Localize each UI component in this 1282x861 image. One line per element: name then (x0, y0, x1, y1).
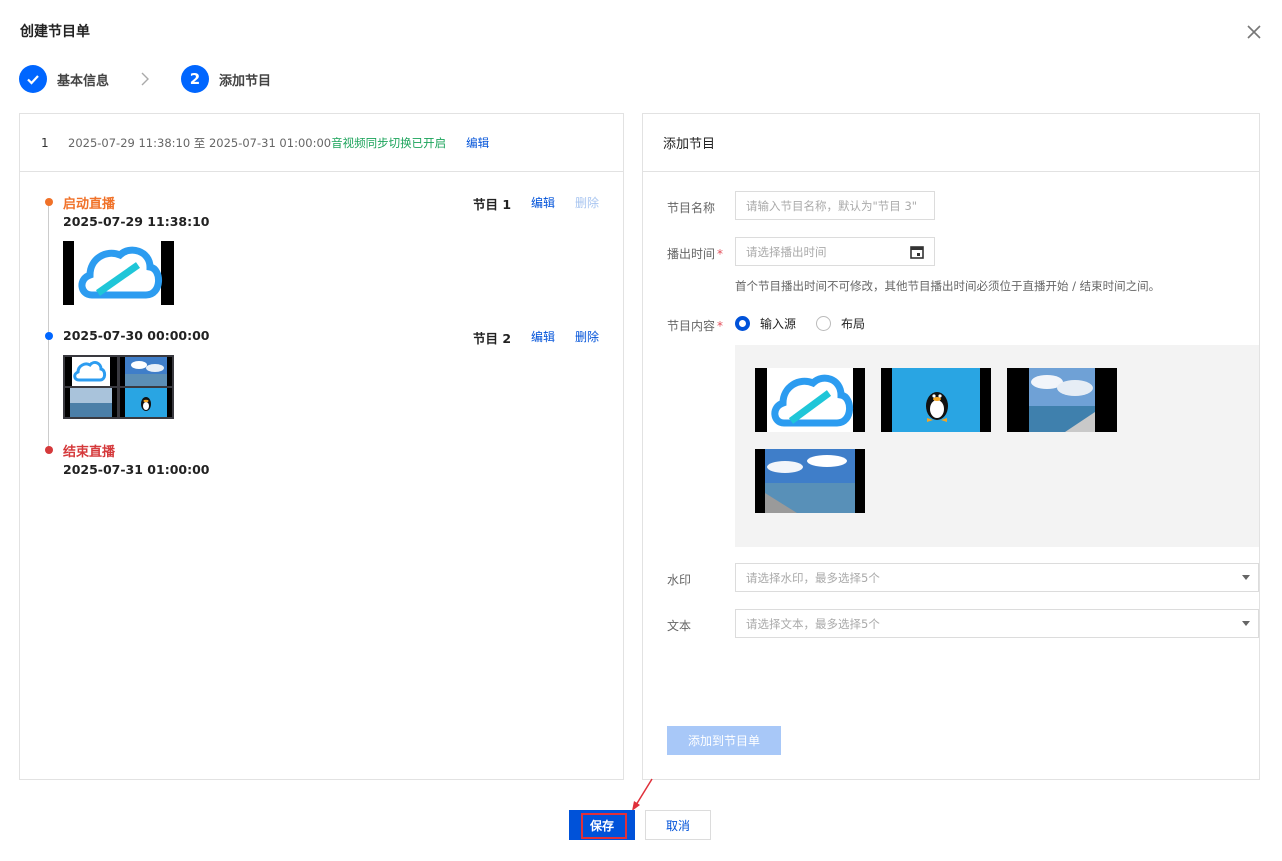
broadcast-time-picker[interactable]: 请选择播出时间 (735, 237, 935, 266)
required-mark: * (717, 319, 724, 333)
cancel-button[interactable]: 取消 (645, 810, 711, 840)
radio-input-source[interactable]: 输入源 (735, 315, 796, 332)
step-done-icon (19, 65, 47, 93)
timeline-dot-end (44, 446, 53, 454)
dialog-title: 创建节目单 (20, 24, 90, 40)
program-1-thumbnail (63, 241, 174, 305)
text-label: 文本 (667, 619, 692, 633)
timeline-line (48, 202, 49, 450)
close-icon[interactable] (1244, 22, 1264, 42)
program-content-label: 节目内容 * (667, 317, 723, 334)
program-content-label-text: 节目内容 (667, 319, 716, 333)
source-thumb-boardwalk[interactable] (755, 449, 865, 513)
schedule-edit-link[interactable]: 编辑 (466, 135, 489, 151)
add-to-schedule-button[interactable]: 添加到节目单 (667, 726, 781, 755)
timeline-dot-start (44, 198, 53, 206)
step-1-label: 基本信息 (57, 73, 110, 89)
step-2-label: 添加节目 (219, 73, 272, 89)
add-program-panel: 添加节目 节目名称 请输入节目名称，默认为"节目 3" 播出时间 * 请选择播出时… (642, 113, 1260, 780)
input-source-gallery (735, 345, 1259, 547)
required-mark: * (717, 247, 724, 261)
radio-checked-icon (735, 316, 750, 331)
program-1-delete-link: 删除 (575, 196, 600, 210)
program-name-label: 节目名称 (667, 201, 716, 215)
source-thumb-seaside-pier[interactable] (1007, 368, 1117, 432)
calendar-icon (910, 246, 924, 259)
broadcast-time-hint: 首个节目播出时间不可修改，其他节目播出时间必须位于直播开始 / 结束时间之间。 (735, 279, 1161, 293)
schedule-range: 2025-07-29 11:38:10 至 2025-07-31 01:00:0… (68, 135, 332, 150)
broadcast-time-label-text: 播出时间 (667, 247, 716, 261)
watermark-select[interactable]: 请选择水印，最多选择5个 (735, 563, 1259, 592)
save-button[interactable]: 保存 (569, 810, 635, 840)
start-time: 2025-07-29 11:38:10 (63, 214, 210, 229)
chevron-right-icon (141, 72, 150, 86)
program-2-time: 2025-07-30 00:00:00 (63, 328, 210, 343)
radio-layout-label: 布局 (841, 317, 866, 331)
program-name-input[interactable]: 请输入节目名称，默认为"节目 3" (735, 191, 935, 220)
annotation-arrow-icon (632, 778, 653, 811)
watermark-placeholder: 请选择水印，最多选择5个 (746, 570, 880, 585)
add-program-header: 添加节目 (643, 114, 1259, 172)
end-live-label: 结束直播 (63, 445, 116, 460)
program-1-label: 节目 1 (473, 197, 512, 212)
sync-status: 音视频同步切换已开启 (331, 135, 447, 150)
text-placeholder: 请选择文本，最多选择5个 (746, 616, 880, 631)
start-live-label: 启动直播 (63, 197, 116, 212)
program-2-label: 节目 2 (473, 331, 512, 346)
source-thumb-penguin[interactable] (881, 368, 991, 432)
program-2-delete-link[interactable]: 删除 (575, 328, 599, 345)
stepper: 基本信息 2 添加节目 (19, 65, 271, 93)
schedule-panel: 1 2025-07-29 11:38:10 至 2025-07-31 01:00… (19, 113, 624, 780)
caret-down-icon (1242, 621, 1250, 626)
program-2-edit-link[interactable]: 编辑 (531, 328, 555, 345)
source-thumb-cloud-logo[interactable] (755, 368, 865, 432)
broadcast-time-label: 播出时间 * (667, 245, 723, 262)
radio-layout[interactable]: 布局 (816, 315, 865, 332)
radio-input-source-label: 输入源 (760, 317, 797, 331)
text-select[interactable]: 请选择文本，最多选择5个 (735, 609, 1259, 638)
radio-unchecked-icon (816, 316, 831, 331)
program-1-edit-link[interactable]: 编辑 (531, 194, 555, 211)
program-2-thumbnail (63, 355, 174, 419)
schedule-index: 1 (41, 135, 49, 150)
step-2-number: 2 (181, 65, 210, 93)
broadcast-time-placeholder: 请选择播出时间 (746, 244, 827, 259)
caret-down-icon (1242, 575, 1250, 580)
schedule-header: 1 2025-07-29 11:38:10 至 2025-07-31 01:00… (20, 114, 623, 172)
watermark-label: 水印 (667, 573, 692, 587)
end-time: 2025-07-31 01:00:00 (63, 462, 210, 477)
timeline-dot-program-2 (44, 332, 53, 340)
